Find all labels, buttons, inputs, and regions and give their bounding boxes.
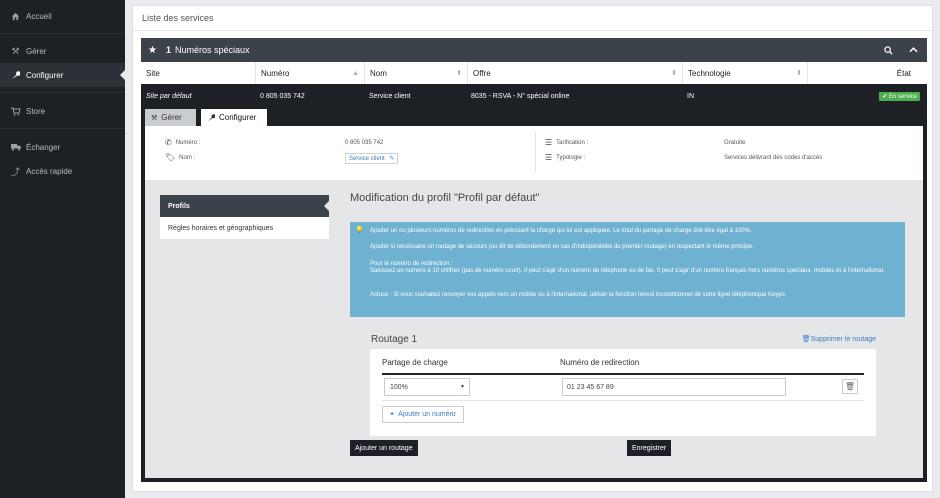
cart-icon [9,107,22,116]
numero-label: ✆ Numéro : [165,138,201,147]
trash-icon: 🗑 [801,336,811,343]
numero-value: 0 805 035 742 [345,140,384,146]
star-icon[interactable]: ★ [148,45,157,56]
menu-item-regles[interactable]: Règles horaires et géographiques [160,217,329,239]
sidebar-item-label: Store [26,106,46,116]
add-number-button[interactable]: + Ajouter un numéro [382,406,464,423]
routing-title: Routage 1 [371,334,418,345]
nom-label: 🏷 Nom : [165,153,196,162]
table-row[interactable]: Site par défaut 0 805 035 742 Service cl… [141,87,927,105]
cell-offre: 8035 - RSVA - N° spécial online [471,92,570,100]
number-header: Numéro de redirection [560,358,640,367]
home-icon [9,12,22,21]
sidebar-item-label: Accueil [26,11,52,21]
section-title: Numéros spéciaux [174,45,250,55]
sort-icon: ⬍ [671,70,677,77]
plus-icon: + [390,411,395,418]
cell-numero: 0 805 035 742 [260,92,305,100]
tools-icon: ⚒ [11,45,20,56]
sidebar-item-gerer[interactable]: ⚒ Gérer [0,39,125,63]
profile-title: Modification du profil "Profil par défau… [350,192,540,204]
cell-nom: Service client [369,92,411,100]
column-nom[interactable]: Nom ⬍ [364,62,467,84]
sidebar-item-label: Configurer [26,70,64,80]
alert-text-2: Ajouter si nécessaire un routage de seco… [370,244,754,250]
service-details: ✆ Numéro : 0 805 035 742 🏷 Nom : Service c… [145,126,923,180]
charge-select[interactable]: 100% ▼ [384,378,470,396]
section-count: 1 [165,45,171,55]
routing-block: Routage 1 🗑Supprimer le routage Partage … [366,329,876,436]
chevron-up-icon[interactable] [901,38,925,62]
truck-icon [9,143,22,151]
database-icon: ☰ [545,153,553,162]
nom-edit-field[interactable]: Service client ✎ [345,153,399,164]
delete-routing-link[interactable]: 🗑Supprimer le routage [802,335,876,343]
trash-icon: 🗑 [844,382,856,391]
sort-icon: ⬍ [796,70,802,77]
column-numero[interactable]: Numéro ▲ [255,62,364,84]
table-header: Site Numéro ▲ Nom ⬍ Offre ⬍ Technologie ⬍ Ét… [141,62,927,84]
sidebar-item-echanger[interactable]: Échanger [0,135,125,159]
profile-editor: Profils Règles horaires et géographiques… [145,180,923,478]
typologie-label: ☰ Typologie : [545,153,586,162]
search-icon[interactable] [876,38,900,62]
charge-header: Partage de charge [382,358,448,367]
sidebar-item-label: Échanger [26,142,61,152]
sidebar-item-label: Accès rapide [26,166,73,176]
page-title: Liste des services [142,13,214,23]
service-frame: ★ 1 Numéros spéciaux Site Numéro ▲ Nom ⬍ O… [141,38,927,482]
wrench-icon [9,70,22,80]
alert-text-1: Ajouter un ou plusieurs numéros de redir… [370,228,752,234]
cell-technologie: IN [687,92,694,100]
column-offre[interactable]: Offre ⬍ [467,62,682,84]
menu-item-profils[interactable]: Profils [160,195,329,217]
delete-row-button[interactable]: 🗑 [842,379,858,394]
alert-text-3: Pour le numéro de redirection : Saisisse… [370,261,885,274]
column-technologie[interactable]: Technologie ⬍ [682,62,807,84]
shortcut-icon: ⤴ [10,166,20,177]
sidebar: Accueil ⚒ Gérer Configurer Store Échange… [0,0,125,498]
tarification-value: Gratuite [724,140,746,146]
sort-asc-icon: ▲ [352,69,359,77]
redirect-number-input[interactable]: 01 23 45 67 89 [562,378,786,396]
tools-icon: ⚒ [151,114,158,122]
sidebar-item-label: Gérer [26,46,47,56]
save-button[interactable]: Enregistrer [627,440,672,456]
tarification-label: ☰ Tarification : [545,138,589,147]
phone-icon: ✆ [165,138,172,147]
caret-down-icon: ▼ [460,384,465,390]
alert-text-4: Astuce : Si vous souhaitez renvoyer vos … [370,292,787,298]
profile-menu: Profils Règles horaires et géographiques [160,195,329,239]
pencil-icon[interactable]: ✎ [389,156,394,162]
wrench-icon [207,113,215,122]
cell-site: Site par défaut [146,92,192,100]
sidebar-item-configurer[interactable]: Configurer [0,63,125,87]
routing-card: Partage de charge Numéro de redirection … [370,349,876,436]
tag-icon: 🏷 [165,153,176,162]
lightbulb-icon: 💡 [355,227,364,234]
section-header: ★ 1 Numéros spéciaux [141,38,927,62]
typologie-value: Services délivrant des codes d'accès [724,155,823,161]
database-icon: ☰ [545,138,553,147]
tab-configurer[interactable]: Configurer [201,109,267,126]
sort-icon: ⬍ [456,70,462,77]
sidebar-item-acces-rapide[interactable]: ⤴ Accès rapide [0,159,125,183]
sidebar-item-accueil[interactable]: Accueil [0,4,125,28]
status-badge: ✔ En service [879,92,920,101]
info-alert: 💡 Ajouter un ou plusieurs numéros de red… [350,222,905,317]
sidebar-item-store[interactable]: Store [0,99,125,123]
add-routing-button[interactable]: Ajouter un routage [350,440,418,456]
tab-gerer[interactable]: ⚒ Gérer [145,109,196,126]
column-etat[interactable]: État [807,62,927,84]
column-site[interactable]: Site [141,62,255,84]
